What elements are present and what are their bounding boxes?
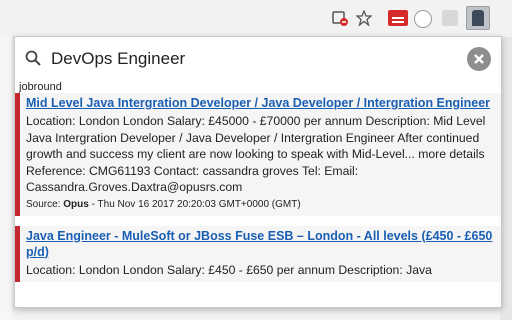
search-icon: [25, 50, 41, 66]
circle-extension-icon[interactable]: [414, 10, 432, 28]
search-input[interactable]: [51, 47, 461, 71]
job-title-link[interactable]: Mid Level Java Intergration Developer / …: [26, 95, 493, 111]
page-background-left: [0, 37, 12, 320]
job-result-item: Mid Level Java Intergration Developer / …: [15, 93, 501, 216]
browser-toolbar: [0, 0, 512, 38]
job-source-name: Opus: [63, 198, 89, 210]
clear-search-button[interactable]: [467, 47, 491, 71]
job-title-link[interactable]: Java Engineer - MuleSoft or JBoss Fuse E…: [26, 228, 493, 260]
extension-popup: jobround Mid Level Java Intergration Dev…: [14, 36, 502, 308]
source-label: jobround: [19, 81, 62, 93]
red-extension-icon[interactable]: [388, 10, 408, 26]
job-result-item: Java Engineer - MuleSoft or JBoss Fuse E…: [15, 225, 501, 282]
close-icon: [474, 54, 484, 64]
job-source: Source: Opus - Thu Nov 16 2017 20:20:03 …: [26, 198, 493, 212]
block-page-icon[interactable]: [330, 8, 350, 28]
job-description: Location: London London Salary: £45000 -…: [26, 114, 486, 194]
gray-extension-icon[interactable]: [442, 10, 458, 26]
job-source-date: - Thu Nov 16 2017 20:20:03 GMT+0000 (GMT…: [88, 198, 301, 210]
job-description: Location: London London Salary: £450 - £…: [26, 262, 432, 277]
job-results-list[interactable]: Mid Level Java Intergration Developer / …: [15, 93, 501, 292]
job-extension-icon[interactable]: [466, 6, 490, 30]
job-source-prefix: Source:: [26, 198, 64, 210]
bookmark-star-icon[interactable]: [354, 8, 374, 28]
search-bar: [15, 37, 501, 81]
